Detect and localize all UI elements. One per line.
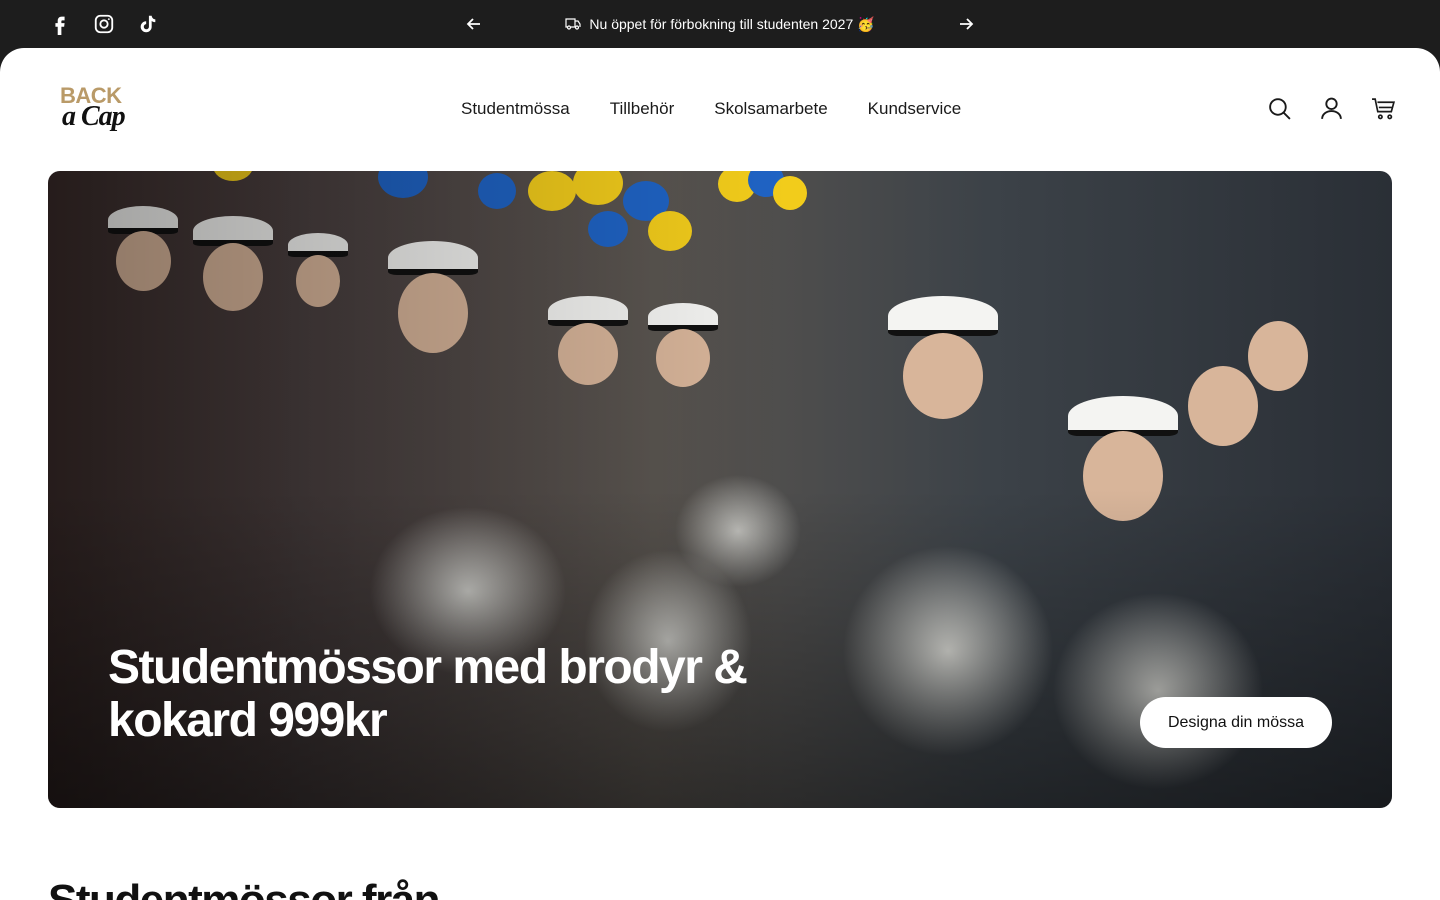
- hero-title: Studentmössor med brodyr & kokard 999kr: [108, 641, 748, 747]
- cart-button[interactable]: [1370, 95, 1396, 121]
- facebook-icon[interactable]: [48, 12, 72, 36]
- truck-icon: [565, 18, 582, 30]
- logo-line2: a Cap: [62, 101, 126, 132]
- cart-icon: [1371, 97, 1395, 119]
- header-actions: [1266, 95, 1396, 121]
- search-button[interactable]: [1266, 95, 1292, 121]
- arrow-right-icon: [960, 18, 974, 30]
- nav-item-studentmossa[interactable]: Studentmössa: [461, 98, 570, 120]
- nav-item-skolsamarbete[interactable]: Skolsamarbete: [714, 98, 827, 120]
- announcement-prev-button[interactable]: [462, 12, 486, 36]
- nav-item-kundservice[interactable]: Kundservice: [868, 98, 962, 120]
- arrow-left-icon: [466, 18, 480, 30]
- page-content: BACK a Cap Studentmössa Tillbehör Skolsa…: [0, 48, 1440, 900]
- announcement-bar: Nu öppet för förbokning till studenten 2…: [0, 0, 1440, 48]
- section-title: Studentmössor från: [48, 876, 441, 900]
- logo[interactable]: BACK a Cap: [58, 85, 134, 137]
- tiktok-icon[interactable]: [136, 12, 160, 36]
- nav-item-tillbehor[interactable]: Tillbehör: [610, 98, 675, 120]
- account-icon: [1320, 97, 1342, 119]
- search-icon: [1268, 97, 1291, 120]
- announcement-text: Nu öppet för förbokning till studenten 2…: [589, 15, 875, 32]
- main-nav: Studentmössa Tillbehör Skolsamarbete Kun…: [461, 98, 961, 120]
- social-links: [48, 12, 160, 36]
- instagram-icon[interactable]: [92, 12, 116, 36]
- design-cap-button[interactable]: Designa din mössa: [1140, 697, 1332, 748]
- announcement-message[interactable]: Nu öppet för förbokning till studenten 2…: [498, 0, 942, 48]
- account-button[interactable]: [1318, 95, 1344, 121]
- site-header: BACK a Cap Studentmössa Tillbehör Skolsa…: [0, 48, 1440, 171]
- hero-banner: Studentmössor med brodyr & kokard 999kr …: [48, 171, 1392, 808]
- announcement-next-button[interactable]: [954, 12, 978, 36]
